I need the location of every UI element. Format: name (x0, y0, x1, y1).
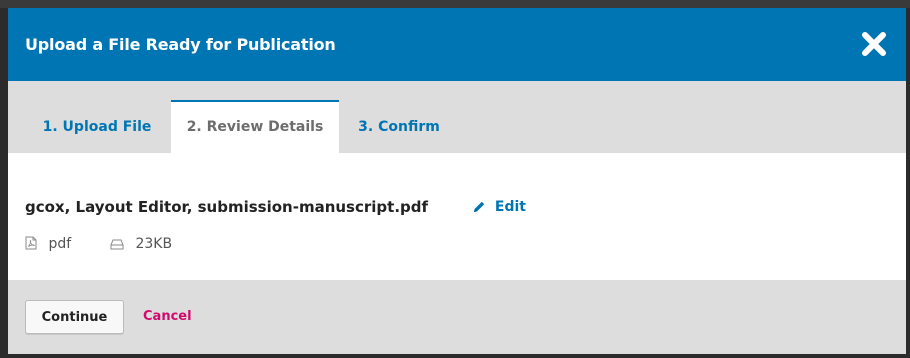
tab-upload-file[interactable]: 1. Upload File (23, 100, 171, 153)
close-button[interactable] (860, 30, 888, 58)
pencil-icon (473, 199, 495, 215)
file-size: 23KB (110, 236, 172, 252)
wizard-tabs: 1. Upload File 2. Review Details 3. Conf… (8, 81, 906, 153)
file-type-label: pdf (48, 236, 72, 252)
cancel-link[interactable]: Cancel (143, 309, 192, 324)
review-details-panel: gcox, Layout Editor, submission-manuscri… (8, 153, 906, 280)
edit-label: Edit (494, 199, 526, 215)
file-size-label: 23KB (135, 236, 173, 252)
continue-button[interactable]: Continue (25, 300, 124, 334)
tab-review-details[interactable]: 2. Review Details (171, 100, 339, 153)
modal-header: Upload a File Ready for Publication (8, 8, 906, 81)
modal-footer: Continue Cancel (8, 280, 906, 354)
upload-file-modal: Upload a File Ready for Publication 1. U… (8, 8, 906, 354)
tab-confirm[interactable]: 3. Confirm (339, 100, 459, 153)
page-backdrop (0, 0, 910, 8)
hard-drive-icon (110, 236, 135, 252)
close-icon (860, 30, 888, 58)
pdf-file-icon (25, 236, 48, 252)
file-title: gcox, Layout Editor, submission-manuscri… (25, 198, 429, 216)
modal-title: Upload a File Ready for Publication (25, 35, 336, 54)
edit-link[interactable]: Edit (473, 199, 526, 215)
file-type: pdf (25, 236, 71, 252)
